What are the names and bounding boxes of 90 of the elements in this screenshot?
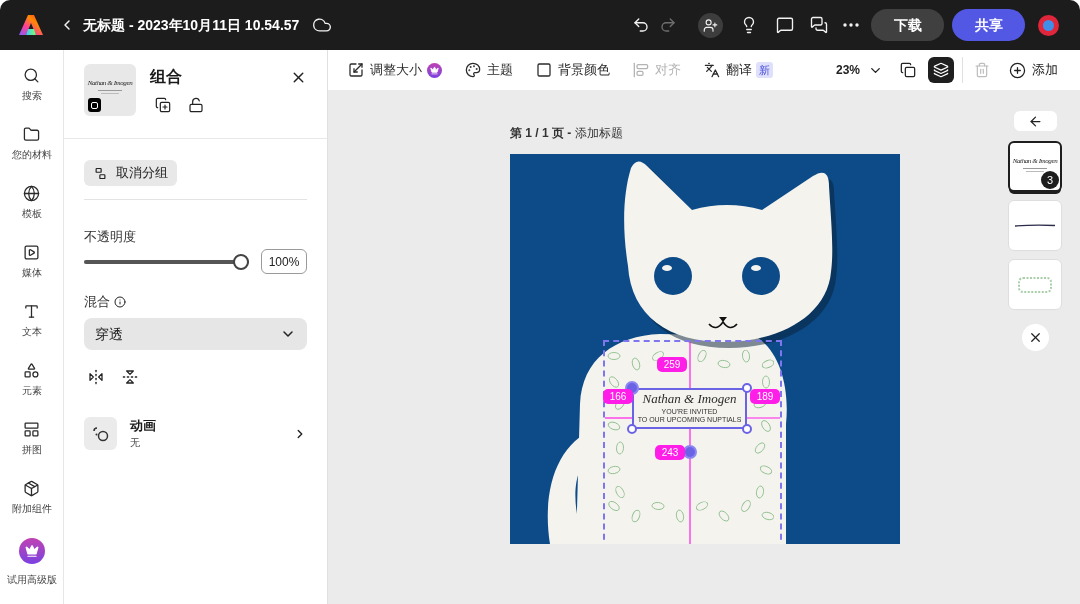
opacity-slider-track[interactable] <box>84 253 249 270</box>
undo-button[interactable] <box>632 16 650 34</box>
sidebar-item[interactable]: 您的材料 <box>0 117 63 176</box>
toolbar-button[interactable]: 主题 <box>465 60 513 80</box>
sidebar-item[interactable]: 拼图 <box>0 412 63 471</box>
sidebar-item[interactable]: 模板 <box>0 176 63 235</box>
globe-icon <box>23 185 40 202</box>
square-icon <box>536 62 552 78</box>
toolbar-button[interactable]: 翻译 新 <box>704 60 773 80</box>
distance-guide-line <box>689 341 691 389</box>
sidebar-item[interactable]: 文本 <box>0 294 63 353</box>
download-button[interactable]: 下载 <box>871 9 944 41</box>
add-user-icon <box>703 17 718 33</box>
info-icon[interactable] <box>114 296 126 308</box>
line-icon <box>1015 224 1055 227</box>
resize-handle[interactable] <box>742 424 752 434</box>
trash-icon <box>974 62 990 78</box>
distance-label: 189 <box>750 389 780 404</box>
app-logo-icon[interactable] <box>19 14 43 36</box>
opacity-label: 不透明度 <box>84 228 136 246</box>
wreath-icon <box>1016 275 1054 295</box>
distance-label: 166 <box>603 389 633 404</box>
distance-label: 259 <box>657 357 687 372</box>
play-square-icon <box>23 244 40 261</box>
palette-icon <box>465 62 481 78</box>
text-icon <box>23 303 40 320</box>
layer-thumbnail[interactable] <box>1008 200 1062 251</box>
animation-icon <box>84 417 117 450</box>
invitation-title: Nathan & Imogen <box>642 391 737 406</box>
crown-icon <box>18 538 45 564</box>
layers-icon <box>933 62 949 78</box>
premium-trial-button[interactable]: 试用高级版 <box>6 538 57 587</box>
comment-icon <box>776 16 794 34</box>
slider-thumb[interactable] <box>233 253 249 270</box>
sidebar-item[interactable]: 元素 <box>0 353 63 412</box>
sidebar-item[interactable]: 媒体 <box>0 235 63 294</box>
distance-guide-line <box>744 417 781 419</box>
panel-title: 组合 <box>150 67 183 87</box>
animation-row[interactable]: 动画 无 <box>84 417 307 450</box>
document-title[interactable]: 无标题 - 2023年10月11日 10.54.57 <box>83 14 300 36</box>
group-badge-icon <box>88 98 101 112</box>
close-layers-button[interactable] <box>1021 324 1049 351</box>
flip-vertical-icon <box>122 369 138 385</box>
distance-label: 243 <box>655 445 685 460</box>
more-icon <box>843 23 859 27</box>
zoom-dropdown[interactable]: 23% <box>835 61 883 79</box>
ungroup-icon <box>93 165 108 181</box>
redo-icon <box>659 16 677 34</box>
pages-icon <box>900 62 916 78</box>
sidebar-item[interactable]: 附加组件 <box>0 471 63 530</box>
layer-thumbnail[interactable] <box>1008 259 1062 310</box>
ungroup-button[interactable]: 取消分组 <box>84 160 177 186</box>
folder-icon <box>23 126 40 143</box>
toolbar-button[interactable]: 调整大小 <box>348 60 442 80</box>
flip-horizontal-button[interactable] <box>88 369 104 385</box>
add-button[interactable]: 添加 <box>1009 60 1058 80</box>
chat-icon <box>810 16 828 34</box>
toolbar-button[interactable]: 背景颜色 <box>536 60 610 80</box>
share-button[interactable]: 共享 <box>952 9 1025 41</box>
invite-button[interactable] <box>698 12 723 38</box>
sidebar-item[interactable]: 搜索 <box>0 58 63 117</box>
align-left-icon <box>633 62 649 78</box>
shapes-icon <box>23 362 40 379</box>
view-toggle-button[interactable] <box>928 57 954 83</box>
resize-icon <box>348 62 364 78</box>
collapse-button[interactable] <box>1013 111 1057 131</box>
blend-mode-dropdown[interactable]: 穿透 <box>84 318 307 350</box>
duplicate-button[interactable] <box>155 97 171 113</box>
undo-icon <box>632 16 650 34</box>
translate-icon <box>704 62 720 78</box>
distance-guide-line <box>604 417 635 419</box>
opacity-value-field[interactable]: 100% <box>261 249 307 274</box>
resize-handle[interactable] <box>627 424 637 434</box>
new-badge: 新 <box>756 62 773 78</box>
page-label: 第 1 / 1 页 - 添加标题 <box>510 125 623 141</box>
layer-count-badge: 3 <box>1041 171 1059 189</box>
duplicate-icon <box>155 97 171 113</box>
add-icon <box>1009 61 1026 79</box>
chat-button[interactable] <box>810 16 828 34</box>
blend-label: 混合 <box>84 293 110 311</box>
more-button[interactable] <box>843 23 859 27</box>
search-icon <box>23 67 40 84</box>
package-icon <box>23 480 40 497</box>
unlock-icon <box>188 97 204 113</box>
flip-horizontal-icon <box>88 369 104 385</box>
layout-icon <box>23 421 40 438</box>
comment-button[interactable] <box>776 16 794 34</box>
flip-vertical-button[interactable] <box>122 369 138 385</box>
lock-button[interactable] <box>188 97 204 113</box>
avatar-icon[interactable] <box>1038 14 1059 36</box>
